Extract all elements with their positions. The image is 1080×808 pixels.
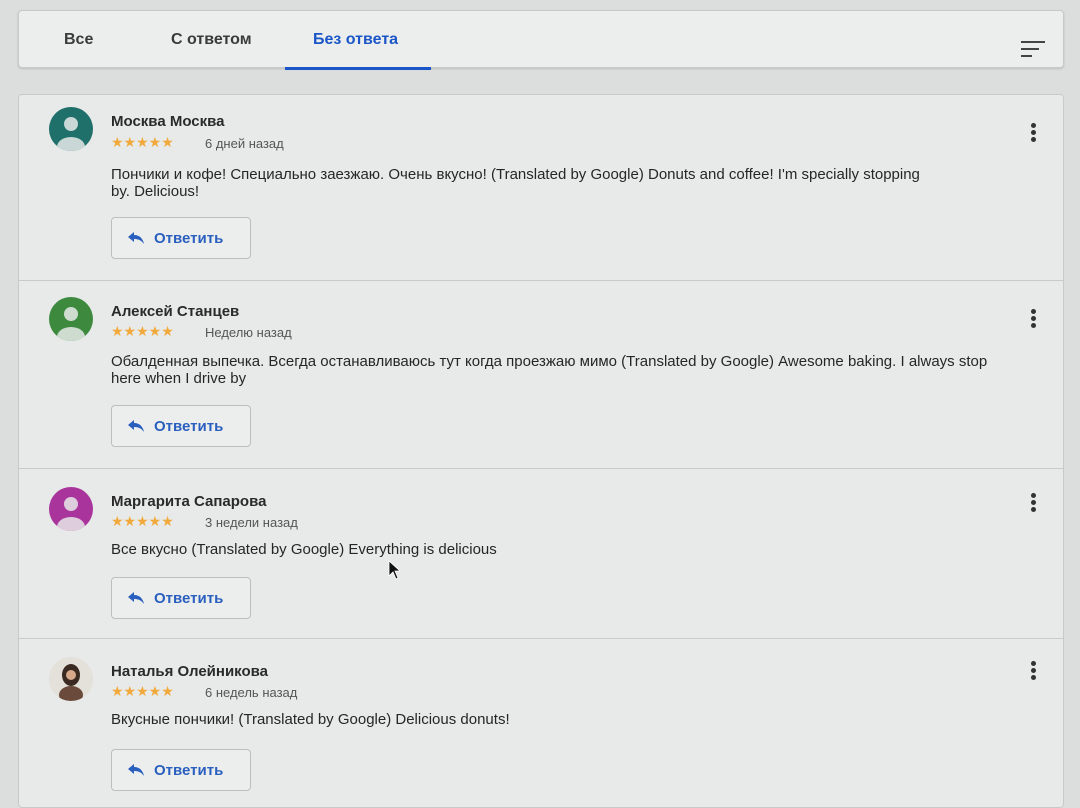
mouse-cursor-icon <box>388 560 402 580</box>
review-filter-tabs: Все С ответом Без ответа <box>18 10 1064 70</box>
filter-list-icon[interactable] <box>1021 41 1045 57</box>
review-date: 6 недель назад <box>205 685 298 700</box>
rating-stars: ★★★★★ <box>111 323 174 339</box>
review-text: Обалденная выпечка. Всегда останавливаюс… <box>111 353 988 387</box>
tab-replied[interactable]: С ответом <box>171 11 252 69</box>
reviewer-name: Маргарита Сапарова <box>111 493 267 510</box>
active-tab-indicator <box>285 67 431 70</box>
more-vert-icon[interactable] <box>1029 123 1037 145</box>
review-text: Вкусные пончики! (Translated by Google) … <box>111 711 510 728</box>
review-date: 3 недели назад <box>205 515 298 530</box>
reply-button-label: Ответить <box>154 229 224 247</box>
reply-button-label: Ответить <box>154 761 224 779</box>
reviewer-name: Москва Москва <box>111 113 225 130</box>
review-date: Неделю назад <box>205 325 292 340</box>
review-item: Маргарита Сапарова ★★★★★ 3 недели назад … <box>19 469 1063 639</box>
avatar <box>49 297 93 341</box>
review-item: Алексей Станцев ★★★★★ Неделю назад Обалд… <box>19 281 1063 469</box>
reviewer-name: Наталья Олейникова <box>111 663 269 680</box>
reply-arrow-icon <box>128 592 144 604</box>
review-date: 6 дней назад <box>205 136 284 151</box>
rating-stars: ★★★★★ <box>111 134 174 150</box>
avatar <box>49 657 93 701</box>
tab-unreplied[interactable]: Без ответа <box>313 11 398 69</box>
review-text: Пончики и кофе! Специально заезжаю. Очен… <box>111 166 920 200</box>
avatar <box>49 107 93 151</box>
rating-stars: ★★★★★ <box>111 513 174 529</box>
reply-button[interactable]: Ответить <box>111 217 251 259</box>
reply-button[interactable]: Ответить <box>111 577 251 619</box>
reviewer-name: Алексей Станцев <box>111 303 240 320</box>
review-text: Все вкусно (Translated by Google) Everyt… <box>111 541 497 558</box>
more-vert-icon[interactable] <box>1029 309 1037 331</box>
rating-stars: ★★★★★ <box>111 683 174 699</box>
more-vert-icon[interactable] <box>1029 493 1037 515</box>
reply-arrow-icon <box>128 764 144 776</box>
reply-arrow-icon <box>128 420 144 432</box>
reply-button[interactable]: Ответить <box>111 405 251 447</box>
tab-all[interactable]: Все <box>64 11 93 69</box>
review-item: Наталья Олейникова ★★★★★ 6 недель назад … <box>19 639 1063 807</box>
reply-button[interactable]: Ответить <box>111 749 251 791</box>
reply-button-label: Ответить <box>154 417 224 435</box>
reply-button-label: Ответить <box>154 589 224 607</box>
reply-arrow-icon <box>128 232 144 244</box>
avatar <box>49 487 93 531</box>
review-list: Москва Москва ★★★★★ 6 дней назад Пончики… <box>18 94 1064 808</box>
review-item: Москва Москва ★★★★★ 6 дней назад Пончики… <box>19 95 1063 281</box>
more-vert-icon[interactable] <box>1029 661 1037 683</box>
